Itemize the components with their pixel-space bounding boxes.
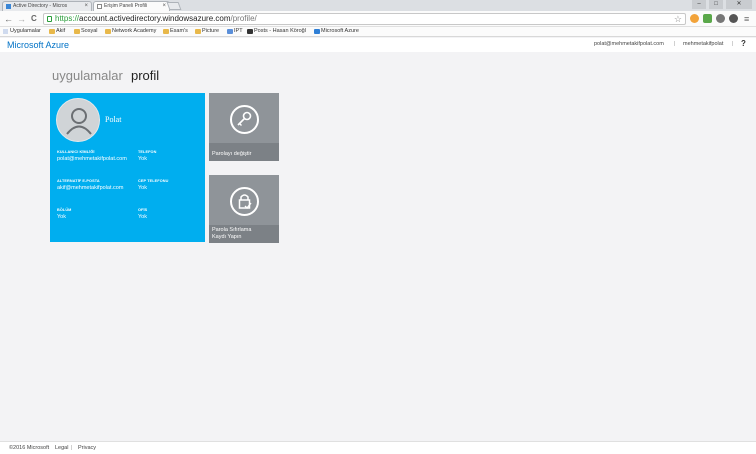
bookmark-folder[interactable]: Esam's (162, 27, 188, 36)
user-silhouette-icon (58, 100, 99, 141)
field-value: Yok (138, 185, 147, 191)
field-value: Yok (138, 156, 147, 162)
field-value: Yok (57, 214, 66, 220)
tile-label: Kaydı Yapın (212, 234, 242, 240)
change-password-tile[interactable]: Parolayı değiştir (209, 93, 279, 161)
tile-label: Parola Sıfırlama (212, 227, 252, 233)
apps-grid-icon (3, 29, 8, 34)
header-separator: | (732, 41, 734, 47)
page-header: Microsoft Azure polat@mehmetakifpolat.co… (0, 38, 756, 52)
extension-gear-icon[interactable] (716, 14, 725, 23)
field-value: Yok (138, 214, 147, 220)
close-window-button[interactable]: ✕ (726, 0, 752, 9)
link-icon (227, 29, 233, 34)
field-value: polat@mehmetakifpolat.com (57, 156, 127, 162)
field-label: CEP TELEFONU (138, 179, 169, 183)
extension-user-icon[interactable] (729, 14, 738, 23)
privacy-link[interactable]: Privacy (78, 445, 96, 451)
url-host: account.activedirectory.windowsazure.com (79, 14, 231, 23)
bookmark-folder[interactable]: Sosyal (73, 27, 98, 36)
copyright: ©2016 Microsoft (9, 445, 50, 451)
profile-name: Polat (105, 115, 122, 124)
bookmark-link[interactable]: IPT (226, 27, 243, 36)
reload-button[interactable]: C (31, 13, 37, 25)
help-button[interactable]: ? (741, 39, 746, 48)
bookmark-folder[interactable]: Picture (194, 27, 219, 36)
field-label: KULLANICI KİMLİĞİ (57, 150, 95, 154)
minimize-button[interactable]: – (692, 0, 706, 9)
field-label: TELEFON (138, 150, 157, 154)
windows-logo-icon (314, 29, 320, 34)
bookmark-folder[interactable]: Network Academy (104, 27, 156, 36)
brand-logo[interactable]: Microsoft Azure (7, 40, 69, 50)
menu-icon[interactable]: ≡ (744, 13, 749, 25)
password-reset-tile[interactable]: Parola Sıfırlama Kaydı Yapın (209, 175, 279, 243)
legal-link[interactable]: Legal (55, 445, 68, 451)
bookmark-link[interactable]: Microsoft Azure (313, 27, 359, 36)
folder-icon (49, 29, 55, 34)
bookmark-star-icon[interactable]: ☆ (674, 14, 682, 24)
url-path: /profile/ (230, 14, 257, 23)
key-icon (230, 105, 259, 134)
folder-icon (195, 29, 201, 34)
extension-emoji-icon[interactable] (690, 14, 699, 23)
field-label: OFİS (138, 208, 148, 212)
page-favicon-icon (97, 4, 102, 9)
forward-button[interactable]: → (17, 13, 26, 25)
account-username[interactable]: mehmetakifpolat (683, 41, 723, 47)
folder-icon (163, 29, 169, 34)
field-label: ALTERNATİF E-POSTA (57, 179, 100, 183)
bookmark-folder[interactable]: Akif (48, 27, 65, 36)
maximize-button[interactable]: □ (709, 0, 723, 9)
folder-icon (74, 29, 80, 34)
tab-profile[interactable]: Erişim Paneli Profili × (93, 1, 170, 11)
address-bar[interactable]: https://account.activedirectory.windowsa… (43, 13, 686, 25)
tab-title: Active Directory - Micros (13, 3, 68, 9)
breadcrumb-apps[interactable]: uygulamalar (52, 68, 123, 83)
footer: ©2016 Microsoft Legal | Privacy (0, 441, 756, 454)
tab-active-directory[interactable]: Active Directory - Micros × (2, 1, 92, 11)
lock-icon (47, 16, 52, 22)
hk-logo-icon (247, 29, 253, 34)
tile-label: Parolayı değiştir (212, 151, 252, 157)
bookmarks-bar: Uygulamalar Akif Sosyal Network Academy … (0, 27, 756, 37)
new-tab-button[interactable] (166, 2, 182, 10)
page-title: profil (131, 68, 160, 83)
azure-favicon-icon (6, 4, 11, 9)
header-separator: | (674, 41, 676, 47)
folder-icon (105, 29, 111, 34)
bookmark-apps[interactable]: Uygulamalar (2, 27, 41, 36)
back-button[interactable]: ← (4, 13, 13, 25)
browser-toolbar: ← → C https://account.activedirectory.wi… (0, 11, 756, 27)
account-email: polat@mehmetakifpolat.com (594, 41, 664, 47)
tab-title: Erişim Paneli Profili (104, 3, 148, 9)
profile-card: Polat KULLANICI KİMLİĞİ polat@mehmetakif… (50, 93, 205, 242)
lock-user-icon (230, 187, 259, 216)
extension-leaf-icon[interactable] (703, 14, 712, 23)
avatar (56, 98, 100, 142)
tab-close-icon[interactable]: × (84, 2, 88, 11)
field-value: akif@mehmetakifpolat.com (57, 185, 124, 191)
url-scheme: https:// (55, 14, 80, 23)
field-label: BÖLÜM (57, 208, 72, 212)
browser-tab-bar: Active Directory - Micros × Erişim Panel… (0, 0, 756, 11)
footer-separator: | (71, 445, 73, 451)
tab-close-icon[interactable]: × (162, 2, 166, 11)
bookmark-link[interactable]: Posts - Hasan Köroğl (246, 27, 306, 36)
